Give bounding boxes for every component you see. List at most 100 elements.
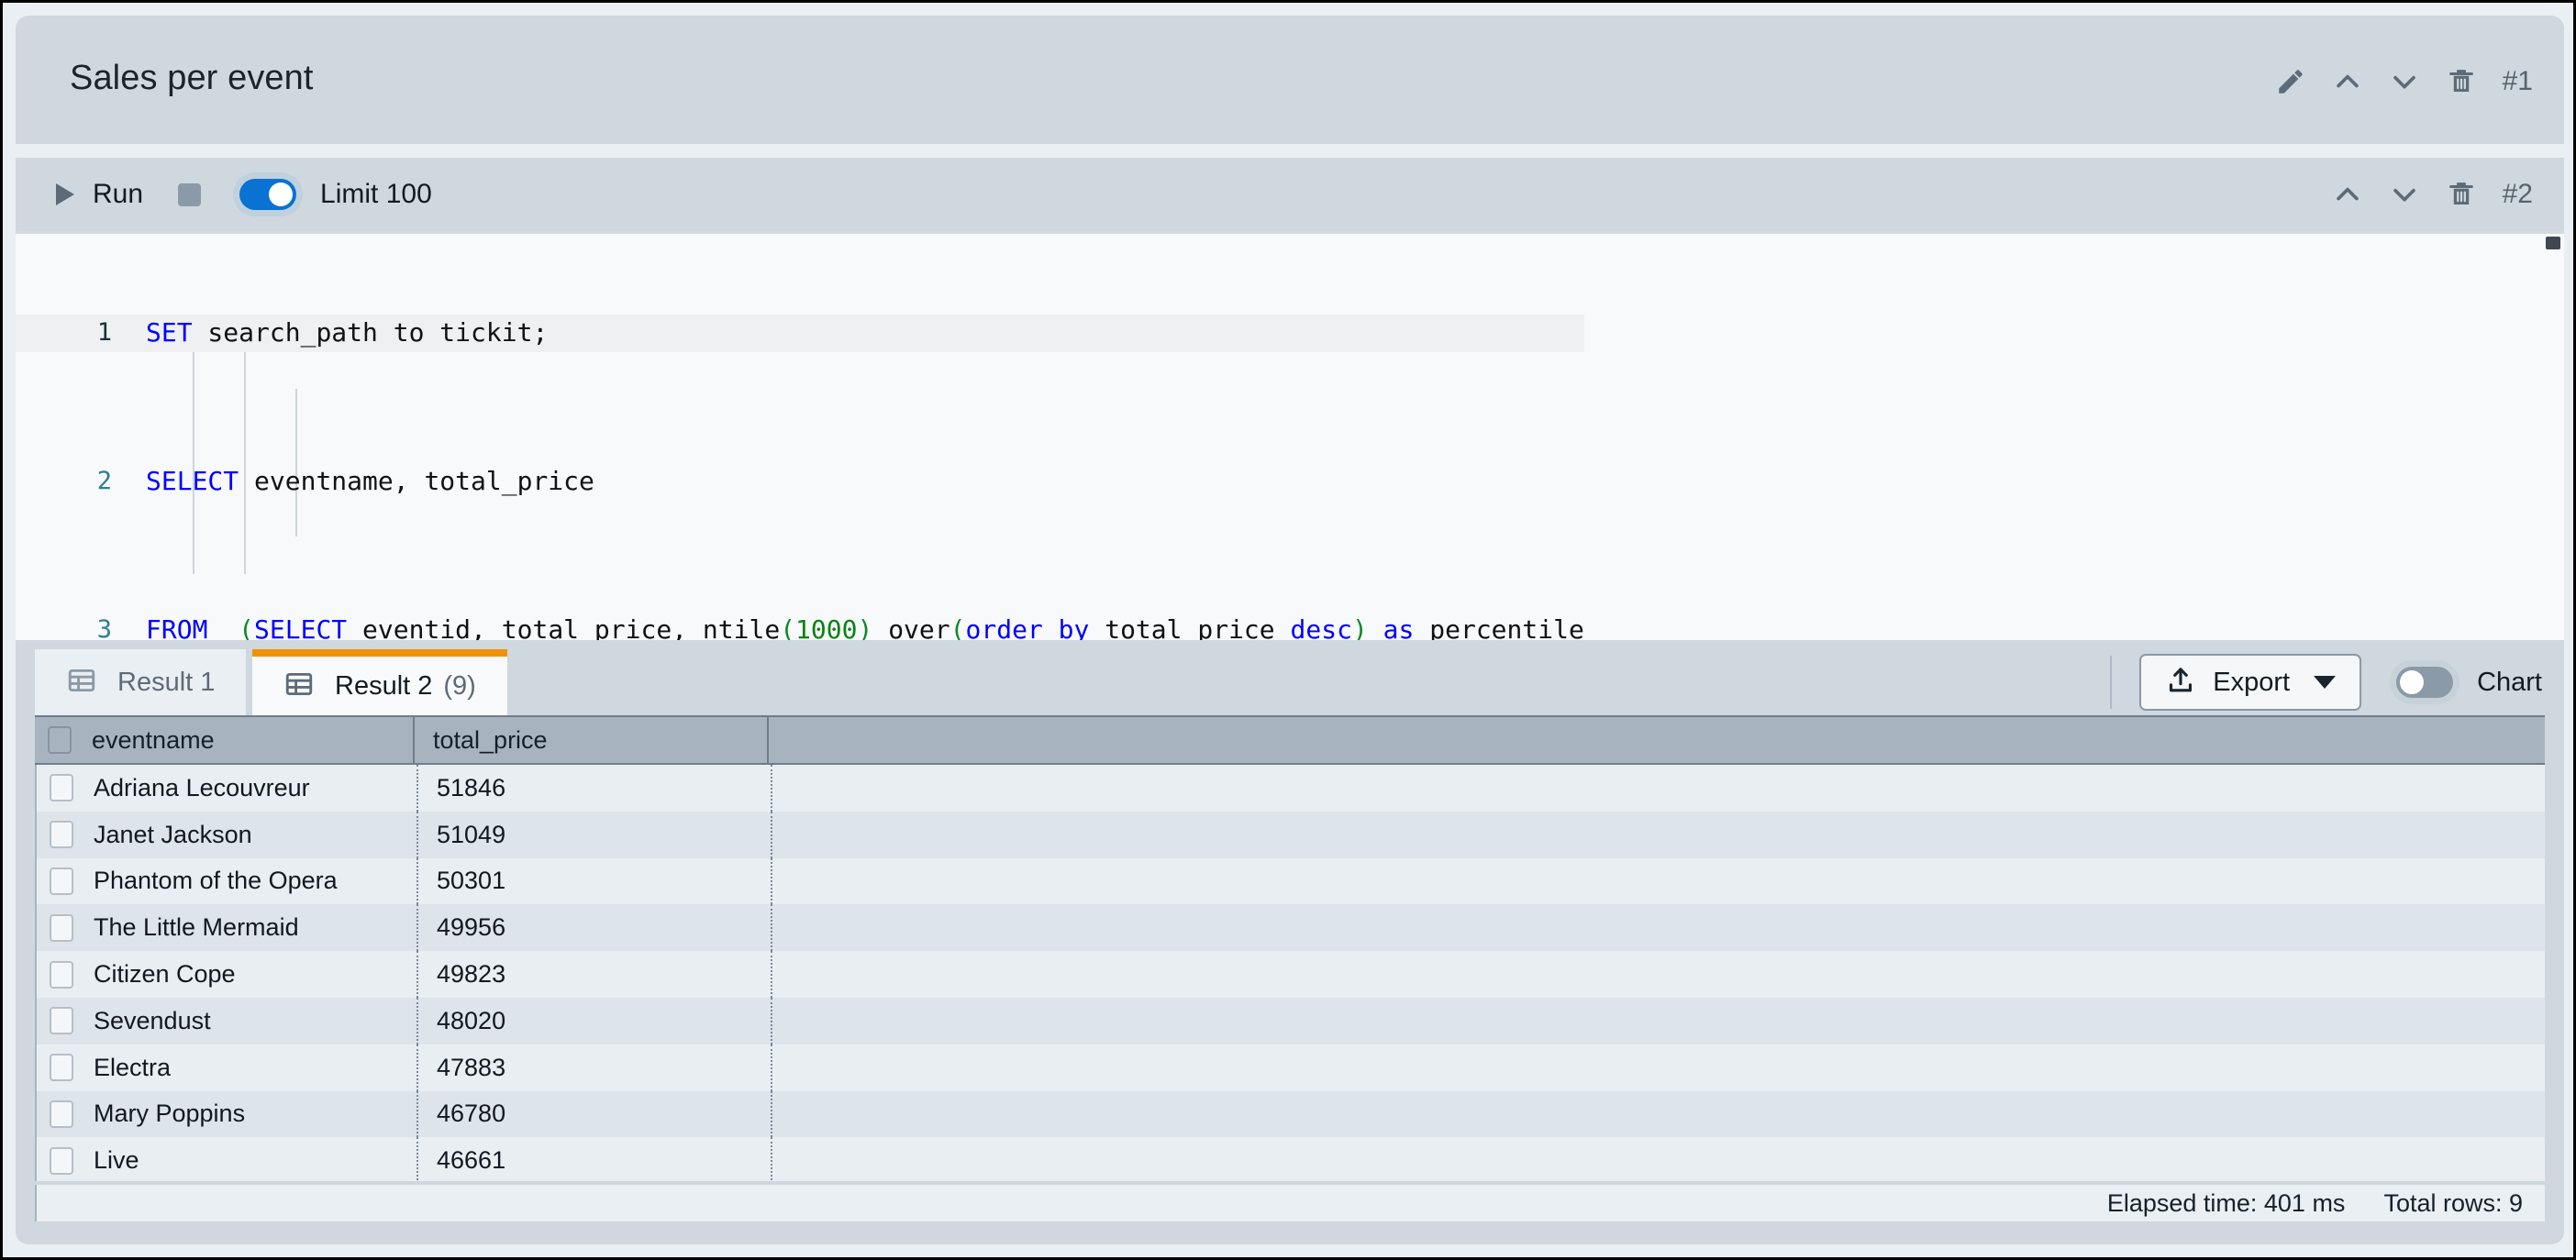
cell-eventname: Live bbox=[37, 1137, 416, 1181]
row-checkbox[interactable] bbox=[50, 914, 73, 942]
results-grid: eventname total_price Adriana Lecouvreur… bbox=[35, 715, 2545, 1181]
results-status-bar: Elapsed time: 401 ms Total rows: 9 bbox=[35, 1185, 2545, 1221]
cell-text: 51049 bbox=[437, 821, 505, 849]
cell-text: 47883 bbox=[437, 1054, 505, 1082]
row-checkbox[interactable] bbox=[50, 821, 73, 848]
results-panel: Result 1 Result 2 (9) bbox=[16, 640, 2564, 1244]
grid-header-row: eventname total_price bbox=[35, 715, 2545, 765]
cell-eventname: Phantom of the Opera bbox=[37, 858, 416, 905]
table-row[interactable]: The Little Mermaid 49956 bbox=[35, 904, 2545, 951]
tab-result-2[interactable]: Result 2 (9) bbox=[252, 649, 507, 715]
cell-header-actions: #1 bbox=[2262, 56, 2540, 107]
code-line: 2SELECT eventname, total_price bbox=[16, 463, 1584, 501]
cell-empty bbox=[771, 904, 2545, 951]
editor-top-divider bbox=[16, 231, 2564, 234]
cell-empty bbox=[771, 1044, 2545, 1091]
export-button[interactable]: Export bbox=[2139, 654, 2361, 711]
chevron-up-icon[interactable] bbox=[2319, 169, 2376, 220]
tab-row-count: (9) bbox=[443, 671, 475, 702]
cell-text: 46661 bbox=[437, 1146, 505, 1175]
toolbar-number-tag: #2 bbox=[2503, 179, 2533, 210]
tools-divider bbox=[2110, 656, 2112, 709]
cell-text: 49823 bbox=[437, 960, 505, 989]
cell-empty bbox=[771, 1091, 2545, 1138]
results-tools: Export Chart bbox=[2110, 653, 2542, 712]
row-checkbox[interactable] bbox=[50, 1147, 73, 1175]
code-line: 1SET search_path to tickit; bbox=[16, 315, 1584, 352]
line-number: 2 bbox=[16, 463, 112, 501]
upload-icon bbox=[2165, 665, 2196, 701]
tab-label: Result 1 bbox=[117, 668, 215, 698]
table-row[interactable]: Sevendust 48020 bbox=[35, 998, 2545, 1044]
cell-text: Phantom of the Opera bbox=[94, 867, 338, 895]
editor-vertical-scrollbar[interactable] bbox=[2546, 237, 2560, 249]
row-checkbox[interactable] bbox=[50, 1100, 73, 1128]
cell-empty bbox=[771, 951, 2545, 998]
cell-empty bbox=[771, 998, 2545, 1044]
cell-text: 50301 bbox=[437, 867, 505, 895]
table-row[interactable]: Live 46661 bbox=[35, 1137, 2545, 1181]
chevron-up-icon[interactable] bbox=[2319, 56, 2376, 107]
run-controls: Run Limit 100 bbox=[39, 158, 432, 231]
table-row[interactable]: Citizen Cope 49823 bbox=[35, 951, 2545, 998]
code-content: 1SET search_path to tickit; 2SELECT even… bbox=[16, 240, 1584, 640]
limit-toggle-label: Limit 100 bbox=[320, 179, 432, 210]
cell-total-price: 49823 bbox=[416, 951, 771, 998]
table-row[interactable]: Janet Jackson 51049 bbox=[35, 812, 2545, 858]
column-header-total-price[interactable]: total_price bbox=[415, 717, 769, 763]
cell-text: Mary Poppins bbox=[94, 1100, 245, 1128]
row-checkbox[interactable] bbox=[50, 1007, 73, 1034]
elapsed-time: Elapsed time: 401 ms bbox=[2107, 1189, 2346, 1218]
edit-icon[interactable] bbox=[2262, 56, 2319, 107]
select-all-checkbox[interactable] bbox=[48, 726, 72, 754]
stop-icon[interactable] bbox=[178, 183, 201, 206]
chevron-down-icon[interactable] bbox=[2376, 56, 2433, 107]
table-icon bbox=[66, 665, 97, 701]
cell-eventname: Adriana Lecouvreur bbox=[37, 765, 416, 812]
cell-eventname: Citizen Cope bbox=[37, 951, 416, 998]
chevron-down-icon[interactable] bbox=[2376, 169, 2433, 220]
cell-empty bbox=[771, 1137, 2545, 1181]
table-row[interactable]: Mary Poppins 46780 bbox=[35, 1091, 2545, 1138]
column-header-eventname[interactable]: eventname bbox=[35, 717, 415, 763]
export-label: Export bbox=[2213, 668, 2290, 698]
page-title: Sales per event bbox=[70, 59, 314, 98]
cell-text: The Little Mermaid bbox=[94, 913, 299, 942]
table-row[interactable]: Electra 47883 bbox=[35, 1044, 2545, 1091]
run-toolbar-actions: #2 bbox=[2319, 169, 2540, 220]
cell-empty bbox=[771, 812, 2545, 858]
notebook-cell: Sales per event bbox=[16, 16, 2564, 1244]
cell-text: 49956 bbox=[437, 913, 505, 942]
column-header-label: total_price bbox=[433, 726, 548, 755]
results-tabbar: Result 1 Result 2 (9) bbox=[16, 640, 2564, 715]
run-button-label[interactable]: Run bbox=[93, 179, 143, 210]
table-icon bbox=[283, 669, 315, 704]
cell-text: Citizen Cope bbox=[94, 960, 236, 989]
play-icon[interactable] bbox=[56, 183, 74, 205]
cell-text: Live bbox=[94, 1146, 139, 1175]
table-row[interactable]: Adriana Lecouvreur 51846 bbox=[35, 765, 2545, 812]
row-checkbox[interactable] bbox=[50, 774, 73, 801]
trash-icon[interactable] bbox=[2433, 56, 2490, 107]
row-checkbox[interactable] bbox=[50, 868, 73, 895]
cell-text: Adriana Lecouvreur bbox=[94, 774, 310, 802]
limit-toggle[interactable] bbox=[239, 179, 296, 210]
line-number: 3 bbox=[16, 612, 112, 640]
cell-eventname: Mary Poppins bbox=[37, 1091, 416, 1138]
row-checkbox[interactable] bbox=[50, 1054, 73, 1081]
line-number: 1 bbox=[16, 315, 112, 352]
cell-text: Electra bbox=[94, 1054, 171, 1082]
cell-text: 51846 bbox=[437, 774, 505, 802]
sql-notebook-window: Sales per event bbox=[0, 0, 2576, 1260]
table-row[interactable]: Phantom of the Opera 50301 bbox=[35, 858, 2545, 905]
chart-toggle[interactable] bbox=[2396, 667, 2453, 698]
cell-total-price: 46780 bbox=[416, 1091, 771, 1138]
tab-result-1[interactable]: Result 1 bbox=[35, 649, 246, 715]
sql-editor[interactable]: 1SET search_path to tickit; 2SELECT even… bbox=[16, 231, 2564, 640]
row-checkbox[interactable] bbox=[50, 961, 73, 989]
cell-eventname: Electra bbox=[37, 1044, 416, 1091]
code-text: SELECT eventname, total_price bbox=[112, 463, 594, 501]
tab-label: Result 2 bbox=[335, 671, 432, 702]
trash-icon[interactable] bbox=[2433, 169, 2490, 220]
code-line: 3FROM (SELECT eventid, total_price, ntil… bbox=[16, 612, 1584, 640]
